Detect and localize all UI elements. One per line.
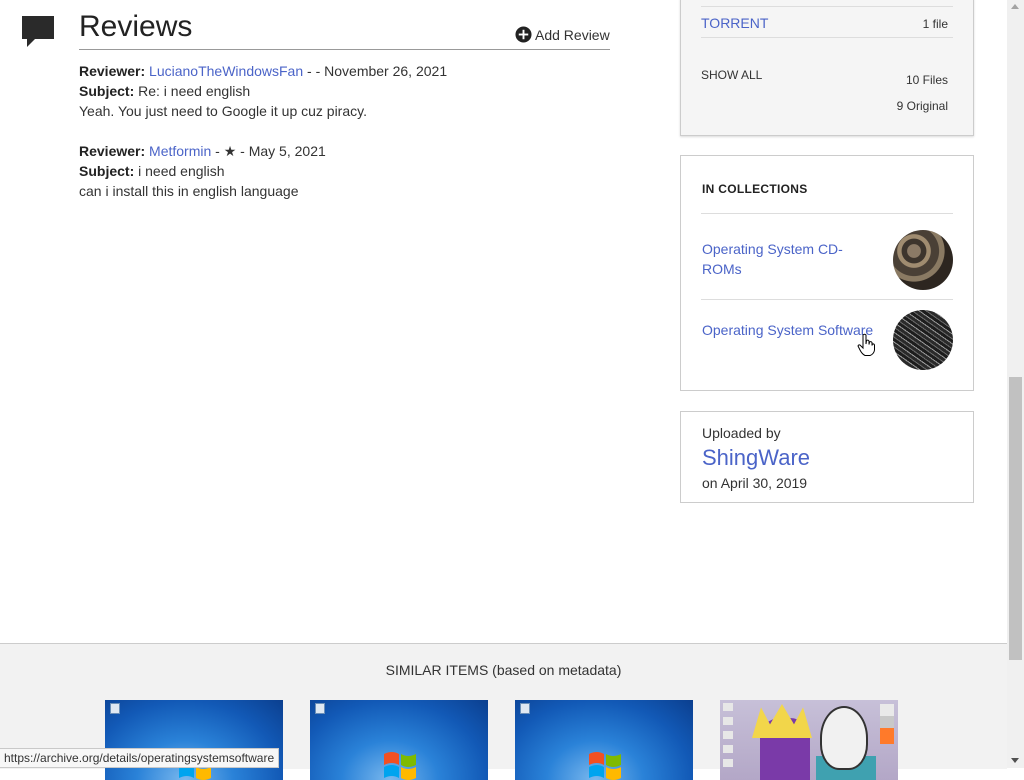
similar-item-thumbnail[interactable] (515, 700, 693, 780)
scroll-up-arrow-icon[interactable] (1011, 4, 1019, 9)
uploader-link[interactable]: ShingWare (702, 445, 810, 471)
reviewer-link[interactable]: Metformin (149, 143, 211, 159)
review-item: Reviewer: LucianoTheWindowsFan - - Novem… (79, 61, 447, 121)
subject-label: Subject: (79, 83, 135, 99)
similar-item-thumbnail[interactable] (720, 700, 898, 780)
reviewer-link[interactable]: LucianoTheWindowsFan (149, 63, 303, 79)
similar-item-thumbnail[interactable] (310, 700, 488, 780)
circuit-thumbnail[interactable] (893, 310, 953, 370)
scrollbar-thumb[interactable] (1009, 377, 1022, 660)
add-review-label: Add Review (535, 26, 610, 43)
recycle-bin-icon (520, 703, 530, 714)
similar-items-title: SIMILAR ITEMS (based on metadata) (385, 662, 622, 678)
review-item: Reviewer: Metformin - ★ - May 5, 2021 Su… (79, 141, 326, 201)
add-review-button[interactable]: Add Review (515, 26, 610, 43)
divider (701, 6, 953, 7)
comment-icon (22, 16, 54, 47)
review-meta: - - November 26, 2021 (303, 63, 448, 79)
hand-cursor-icon (857, 333, 875, 356)
files-count[interactable]: 10 Files (906, 73, 948, 87)
cartoon-head (820, 706, 868, 770)
divider (701, 213, 953, 214)
collection-link[interactable]: Operating System CD-ROMs (702, 239, 867, 279)
uploader-panel: Uploaded by ShingWare on April 30, 2019 (680, 411, 974, 503)
show-all-link[interactable]: SHOW ALL (701, 68, 762, 82)
windows-logo-icon (589, 752, 621, 780)
divider (701, 37, 953, 38)
desktop-icons (723, 703, 733, 773)
vertical-scrollbar[interactable] (1007, 0, 1024, 768)
review-meta: - ★ - May 5, 2021 (211, 143, 326, 159)
status-bar-url: https://archive.org/details/operatingsys… (0, 748, 280, 768)
reviewer-label: Reviewer: (79, 143, 146, 159)
review-subject: i need english (138, 163, 225, 179)
review-body: Yeah. You just need to Google it up cuz … (79, 103, 367, 119)
torrent-link[interactable]: TORRENT (701, 15, 768, 31)
cartoon-hair (752, 704, 812, 738)
plus-circle-icon (515, 26, 532, 43)
collection-item[interactable]: Operating System Software (701, 310, 953, 380)
torrent-file-count: 1 file (922, 17, 948, 31)
desktop-icons (880, 704, 894, 744)
upload-date: on April 30, 2019 (702, 475, 808, 491)
reviews-title: Reviews (79, 10, 193, 43)
uploaded-by-label: Uploaded by (702, 425, 781, 441)
reviewer-label: Reviewer: (79, 63, 146, 79)
collection-link[interactable]: Operating System Software (702, 320, 877, 340)
subject-label: Subject: (79, 163, 135, 179)
collections-panel: IN COLLECTIONS Operating System CD-ROMs … (680, 155, 974, 391)
recycle-bin-icon (315, 703, 325, 714)
collection-item[interactable]: Operating System CD-ROMs (701, 229, 953, 299)
original-count[interactable]: 9 Original (897, 99, 948, 113)
gears-thumbnail[interactable] (893, 230, 953, 290)
collections-heading: IN COLLECTIONS (702, 182, 808, 196)
review-body: can i install this in english language (79, 183, 299, 199)
reviews-divider (79, 49, 610, 50)
review-subject: Re: i need english (138, 83, 251, 99)
windows-logo-icon (384, 752, 416, 780)
download-options-panel: TORRENT 1 file SHOW ALL 10 Files 9 Origi… (680, 0, 974, 136)
recycle-bin-icon (110, 703, 120, 714)
divider (701, 299, 953, 300)
scroll-down-arrow-icon[interactable] (1011, 758, 1019, 763)
similar-item-thumbnail[interactable] (105, 700, 283, 780)
